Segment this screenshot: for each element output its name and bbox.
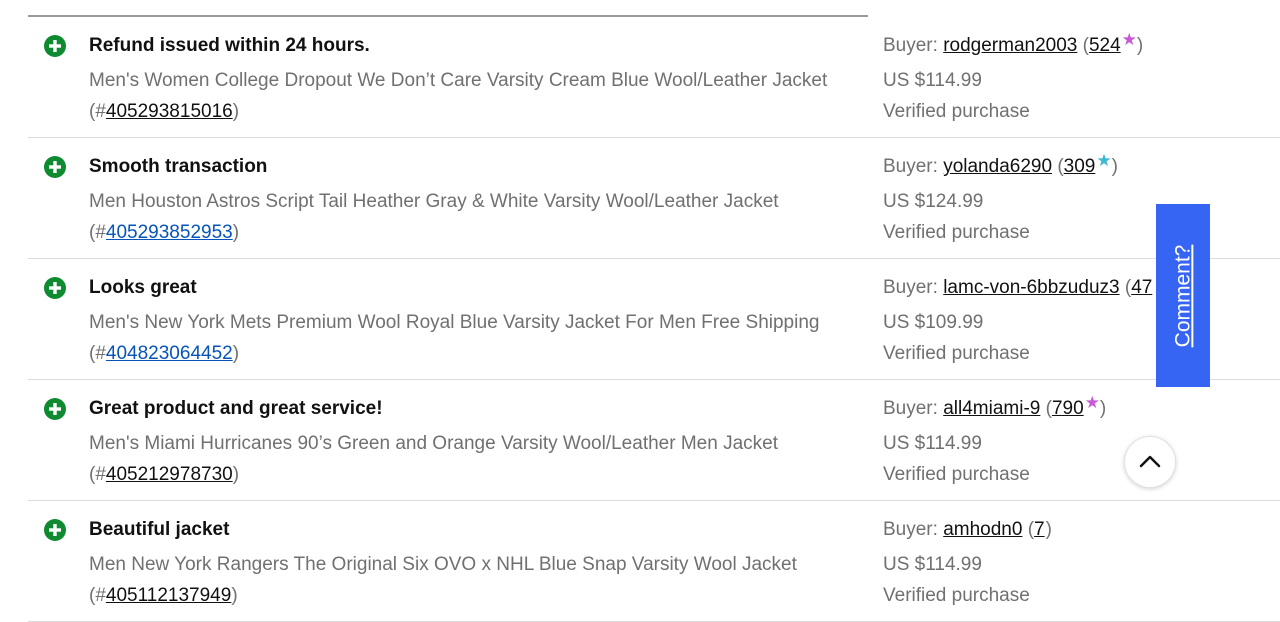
item-number-link[interactable]: 405293815016 — [106, 101, 233, 122]
buyer-score-link[interactable]: 7 — [1034, 519, 1045, 540]
buyer-label: Buyer: — [883, 35, 938, 56]
feedback-star-icon: ★ — [1121, 30, 1137, 49]
buyer-score-link[interactable]: 790 — [1052, 398, 1084, 419]
item-title: Men's Miami Hurricanes 90’s Green and Or… — [89, 433, 778, 454]
comment-tab-label: Comment? — [1171, 244, 1195, 347]
item-title: Men New York Rangers The Original Six OV… — [89, 554, 797, 575]
item-number-link[interactable]: 405212978730 — [106, 464, 233, 485]
item-title: Men's New York Mets Premium Wool Royal B… — [89, 312, 820, 333]
item-number-prefix: (# — [89, 585, 106, 606]
feedback-comment: Smooth transaction — [89, 156, 268, 177]
positive-feedback-icon — [44, 156, 66, 178]
buyer-score-link[interactable]: 309 — [1064, 156, 1096, 177]
buyer-info: Buyer: all4miami-9 (790★) US $114.99 Ver… — [883, 393, 1107, 490]
buyer-info: Buyer: amhodn0 (7) US $114.99 Verified p… — [883, 518, 1052, 611]
feedback-row: Beautiful jacket Men New York Rangers Th… — [28, 501, 1280, 622]
positive-feedback-icon — [44, 35, 66, 57]
feedback-row: Smooth transaction Men Houston Astros Sc… — [28, 138, 1280, 259]
buyer-line: Buyer: amhodn0 (7) — [883, 518, 1052, 549]
buyer-info: Buyer: yolanda6290 (309★) US $124.99 Ver… — [883, 151, 1118, 248]
item-description: Men's Miami Hurricanes 90’s Green and Or… — [89, 428, 849, 490]
feedback-comment: Great product and great service! — [89, 398, 383, 419]
item-description: Men's Women College Dropout We Don’t Car… — [89, 65, 849, 127]
item-price: US $109.99 — [883, 312, 984, 333]
feedback-comment: Beautiful jacket — [89, 519, 230, 540]
feedback-list: Refund issued within 24 hours. Men's Wom… — [28, 17, 1280, 622]
buyer-label: Buyer: — [883, 398, 938, 419]
comment-feedback-tab[interactable]: Comment? — [1156, 204, 1210, 387]
feedback-row: Great product and great service! Men's M… — [28, 380, 1280, 501]
item-title: Men's Women College Dropout We Don’t Car… — [89, 70, 828, 91]
item-number-link[interactable]: 405293852953 — [106, 222, 233, 243]
item-number-prefix: (# — [89, 464, 106, 485]
item-price: US $124.99 — [883, 191, 984, 212]
feedback-row: Refund issued within 24 hours. Men's Wom… — [28, 17, 1280, 138]
feedback-comment: Looks great — [89, 277, 197, 298]
positive-feedback-icon — [44, 398, 66, 420]
item-number-prefix: (# — [89, 101, 106, 122]
score-close: ) — [1136, 35, 1144, 56]
item-description: Men New York Rangers The Original Six OV… — [89, 549, 849, 611]
buyer-line: Buyer: yolanda6290 (309★) — [883, 151, 1118, 186]
feedback-star-icon: ★ — [1084, 393, 1100, 412]
buyer-line: Buyer: lamc-von-6bbzuduz3 (47 — [883, 276, 1153, 307]
buyer-line: Buyer: all4miami-9 (790★) — [883, 393, 1107, 428]
verified-purchase-label: Verified purchase — [883, 101, 1030, 122]
item-number-suffix: ) — [231, 585, 238, 606]
feedback-row: Looks great Men's New York Mets Premium … — [28, 259, 1280, 380]
buyer-score-link[interactable]: 47 — [1131, 277, 1152, 298]
item-price: US $114.99 — [883, 70, 982, 91]
buyer-score-link[interactable]: 524 — [1089, 35, 1121, 56]
item-description: Men Houston Astros Script Tail Heather G… — [89, 186, 849, 248]
back-to-top-button[interactable] — [1124, 436, 1176, 488]
feedback-star-icon: ★ — [1096, 151, 1112, 170]
score-close: ) — [1099, 398, 1107, 419]
positive-feedback-icon — [44, 277, 66, 299]
chevron-up-icon — [1139, 455, 1161, 468]
buyer-line: Buyer: rodgerman2003 (524★) — [883, 30, 1144, 65]
item-number-link[interactable]: 404823064452 — [106, 343, 233, 364]
verified-purchase-label: Verified purchase — [883, 585, 1030, 606]
buyer-label: Buyer: — [883, 519, 938, 540]
item-number-suffix: ) — [232, 222, 240, 243]
buyer-name-link[interactable]: amhodn0 — [943, 519, 1022, 540]
score-close: ) — [1045, 519, 1052, 540]
verified-purchase-label: Verified purchase — [883, 464, 1030, 485]
feedback-comment: Refund issued within 24 hours. — [89, 35, 370, 56]
buyer-name-link[interactable]: all4miami-9 — [943, 398, 1040, 419]
buyer-name-link[interactable]: rodgerman2003 — [943, 35, 1077, 56]
buyer-info: Buyer: lamc-von-6bbzuduz3 (47 US $109.99… — [883, 276, 1153, 369]
buyer-label: Buyer: — [883, 277, 938, 298]
buyer-info: Buyer: rodgerman2003 (524★) US $114.99 V… — [883, 30, 1144, 127]
score-close: ) — [1111, 156, 1118, 177]
positive-feedback-icon — [44, 519, 66, 541]
item-number-suffix: ) — [232, 343, 240, 364]
item-number-prefix: (# — [89, 343, 106, 364]
buyer-name-link[interactable]: lamc-von-6bbzuduz3 — [943, 277, 1119, 298]
item-number-prefix: (# — [89, 222, 106, 243]
item-price: US $114.99 — [883, 433, 982, 454]
item-description: Men's New York Mets Premium Wool Royal B… — [89, 307, 849, 369]
item-title: Men Houston Astros Script Tail Heather G… — [89, 191, 779, 212]
buyer-label: Buyer: — [883, 156, 938, 177]
buyer-name-link[interactable]: yolanda6290 — [943, 156, 1052, 177]
item-price: US $114.99 — [883, 554, 982, 575]
verified-purchase-label: Verified purchase — [883, 343, 1030, 364]
verified-purchase-label: Verified purchase — [883, 222, 1030, 243]
item-number-suffix: ) — [232, 464, 240, 485]
item-number-suffix: ) — [232, 101, 240, 122]
item-number-link[interactable]: 405112137949 — [106, 585, 231, 606]
